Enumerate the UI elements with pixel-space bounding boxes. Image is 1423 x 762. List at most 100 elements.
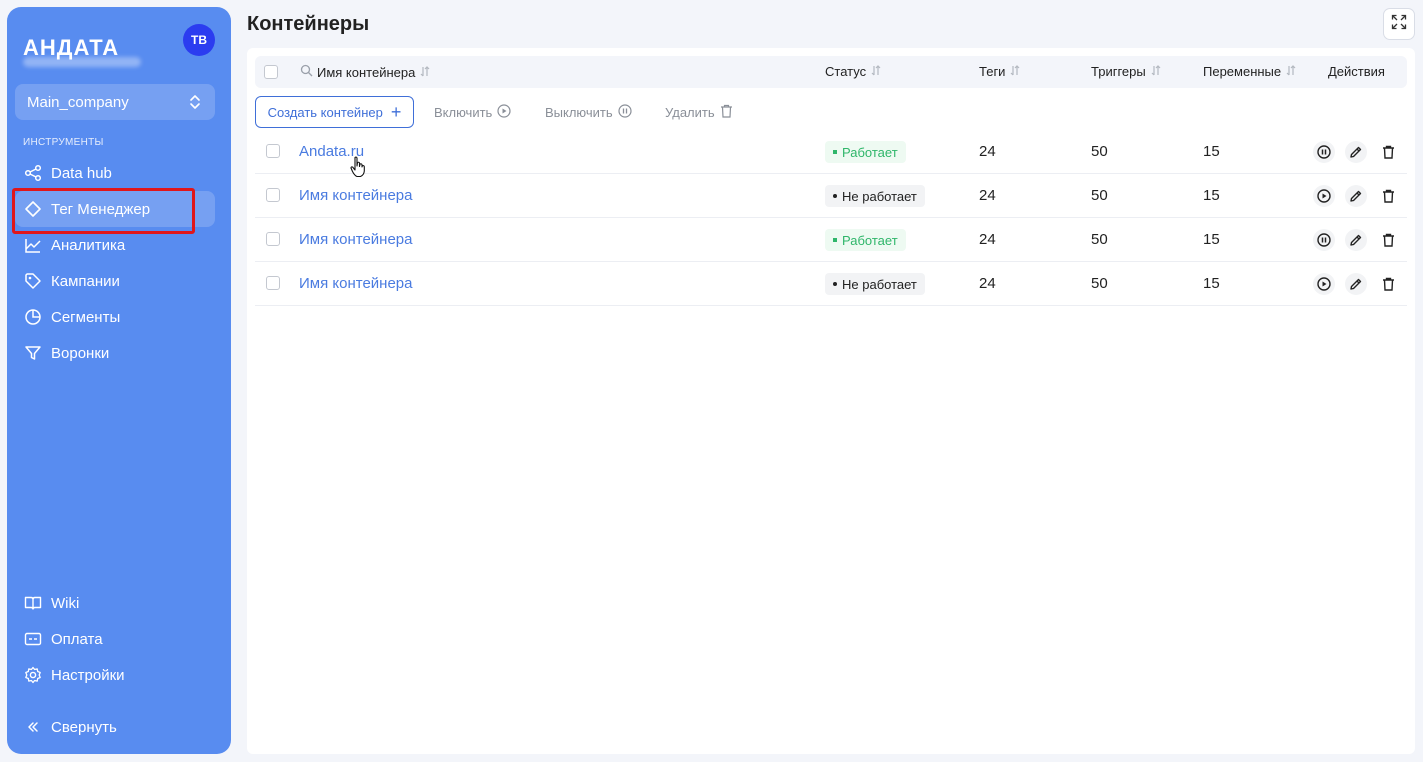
- column-header-actions: Действия: [1328, 64, 1385, 79]
- book-icon: [23, 593, 43, 613]
- pencil-icon[interactable]: [1345, 185, 1367, 207]
- table-row[interactable]: Имя контейнера Не работает 24 50 15: [255, 262, 1407, 306]
- trash-icon[interactable]: [1377, 141, 1399, 163]
- variables-count: 15: [1203, 275, 1220, 292]
- chevrons-left-icon: [23, 717, 43, 737]
- variables-count: 15: [1203, 231, 1220, 248]
- logo-subtitle-blurred: [23, 57, 141, 67]
- play-circle-icon[interactable]: [1313, 185, 1335, 207]
- variables-count: 15: [1203, 143, 1220, 160]
- trash-icon: [715, 104, 733, 121]
- sidebar-item-wiki[interactable]: Wiki: [15, 585, 215, 621]
- triggers-count: 50: [1091, 187, 1108, 204]
- column-header-tags[interactable]: Теги: [979, 64, 1020, 79]
- row-actions: [1313, 273, 1409, 295]
- trash-icon[interactable]: [1377, 273, 1399, 295]
- container-name-link[interactable]: Имя контейнера: [299, 231, 412, 248]
- sort-icon[interactable]: [1286, 64, 1296, 79]
- table-row[interactable]: Andata.ru Работает 24 50 15: [255, 130, 1407, 174]
- container-name-link[interactable]: Имя контейнера: [299, 275, 412, 292]
- triggers-count: 50: [1091, 143, 1108, 160]
- sidebar-item-funnels[interactable]: Воронки: [15, 335, 215, 371]
- tag-icon: [23, 271, 43, 291]
- sidebar-item-label: Data hub: [51, 164, 112, 182]
- row-checkbox[interactable]: [266, 144, 280, 158]
- table-row[interactable]: Имя контейнера Не работает 24 50 15: [255, 174, 1407, 218]
- pencil-icon[interactable]: [1345, 229, 1367, 251]
- sort-icon[interactable]: [1151, 64, 1161, 79]
- page-title: Контейнеры: [247, 13, 370, 35]
- collapse-sidebar-button[interactable]: Свернуть: [15, 709, 215, 745]
- sidebar-item-settings[interactable]: Настройки: [15, 657, 215, 693]
- expand-icon: [1391, 14, 1407, 35]
- sidebar-item-label: Настройки: [51, 666, 125, 684]
- diamond-icon: [23, 199, 43, 219]
- collapse-label: Свернуть: [51, 718, 117, 736]
- play-circle-icon[interactable]: [1313, 273, 1335, 295]
- sidebar-item-label: Воронки: [51, 344, 110, 362]
- select-all-checkbox[interactable]: [264, 65, 278, 79]
- table-header: Имя контейнера Статус Теги Триггеры Пере…: [255, 56, 1407, 88]
- sidebar-item-label: Wiki: [51, 594, 80, 612]
- tags-count: 24: [979, 143, 996, 160]
- sidebar-item-segments[interactable]: Сегменты: [15, 299, 215, 335]
- sidebar-item-campaigns[interactable]: Кампании: [15, 263, 215, 299]
- row-actions: [1313, 141, 1409, 163]
- containers-panel: Имя контейнера Статус Теги Триггеры Пере…: [247, 48, 1415, 754]
- status-badge: Не работает: [825, 273, 925, 295]
- pencil-icon[interactable]: [1345, 141, 1367, 163]
- delete-button[interactable]: Удалить: [665, 104, 733, 121]
- tags-count: 24: [979, 187, 996, 204]
- create-container-button[interactable]: Создать контейнер +: [255, 96, 414, 128]
- row-checkbox[interactable]: [266, 232, 280, 246]
- variables-count: 15: [1203, 187, 1220, 204]
- trash-icon[interactable]: [1377, 229, 1399, 251]
- tags-count: 24: [979, 231, 996, 248]
- sidebar-item-analytics[interactable]: Аналитика: [15, 227, 215, 263]
- pencil-icon[interactable]: [1345, 273, 1367, 295]
- chart-line-icon: [23, 235, 43, 255]
- status-badge: Работает: [825, 229, 906, 251]
- row-checkbox[interactable]: [266, 188, 280, 202]
- sidebar-item-label: Аналитика: [51, 236, 126, 254]
- triggers-count: 50: [1091, 231, 1108, 248]
- sort-icon[interactable]: [871, 64, 881, 79]
- sidebar-item-label: Тег Менеджер: [51, 200, 151, 218]
- avatar[interactable]: ТВ: [183, 24, 215, 56]
- fullscreen-button[interactable]: [1383, 8, 1415, 40]
- column-header-triggers[interactable]: Триггеры: [1091, 64, 1161, 79]
- sidebar-item-label: Кампании: [51, 272, 120, 290]
- pause-circle-icon: [613, 104, 632, 121]
- triggers-count: 50: [1091, 275, 1108, 292]
- share-icon: [23, 163, 43, 183]
- search-icon[interactable]: [300, 64, 313, 80]
- sidebar-item-payment[interactable]: Оплата: [15, 621, 215, 657]
- row-actions: [1313, 229, 1409, 251]
- column-header-status[interactable]: Статус: [825, 64, 881, 79]
- table-row[interactable]: Имя контейнера Работает 24 50 15: [255, 218, 1407, 262]
- company-name: Main_company: [27, 93, 129, 111]
- gear-icon: [23, 665, 43, 685]
- sidebar: АНДАТА ТВ Main_company ИНСТРУМЕНТЫ Data …: [7, 7, 231, 754]
- sidebar-item-label: Сегменты: [51, 308, 121, 326]
- column-header-variables[interactable]: Переменные: [1203, 64, 1296, 79]
- pie-chart-icon: [23, 307, 43, 327]
- disable-button[interactable]: Выключить: [545, 104, 632, 121]
- tags-count: 24: [979, 275, 996, 292]
- sort-icon[interactable]: [1010, 64, 1020, 79]
- sidebar-item-data-hub[interactable]: Data hub: [15, 155, 215, 191]
- sidebar-item-tag-manager[interactable]: Тег Менеджер: [15, 191, 215, 227]
- row-checkbox[interactable]: [266, 276, 280, 290]
- pause-circle-icon[interactable]: [1313, 141, 1335, 163]
- filter-icon: [23, 343, 43, 363]
- status-badge: Не работает: [825, 185, 925, 207]
- status-badge: Работает: [825, 141, 906, 163]
- section-label-tools: ИНСТРУМЕНТЫ: [23, 137, 104, 148]
- column-header-name[interactable]: Имя контейнера: [300, 64, 430, 80]
- trash-icon[interactable]: [1377, 185, 1399, 207]
- pause-circle-icon[interactable]: [1313, 229, 1335, 251]
- enable-button[interactable]: Включить: [434, 104, 511, 121]
- sort-icon[interactable]: [420, 65, 430, 80]
- company-selector[interactable]: Main_company: [15, 84, 215, 120]
- container-name-link[interactable]: Имя контейнера: [299, 187, 412, 204]
